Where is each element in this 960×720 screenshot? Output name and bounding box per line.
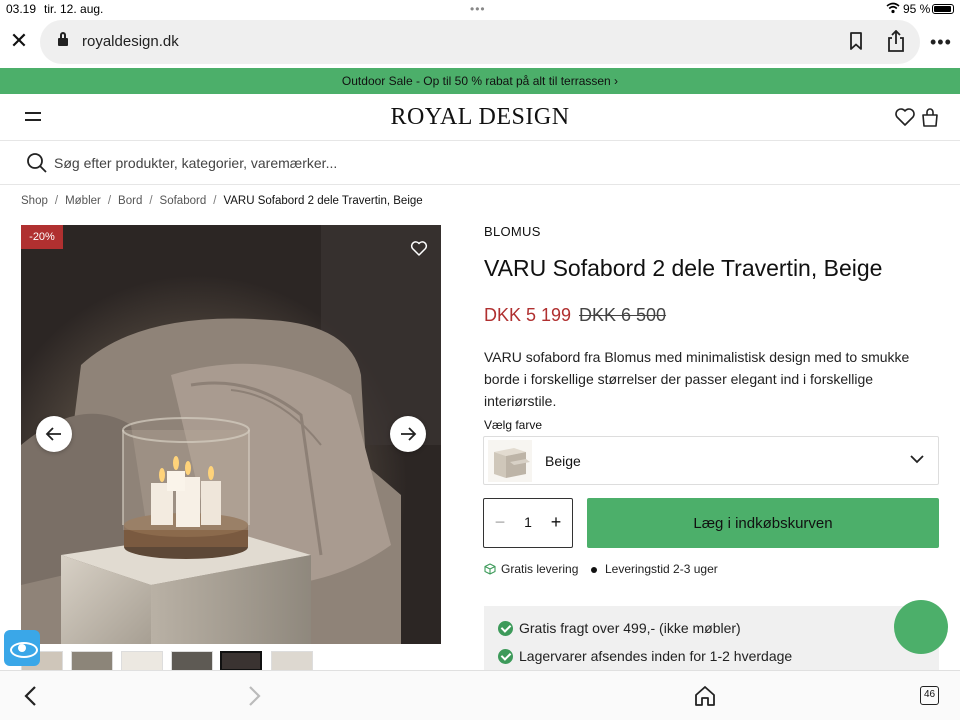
chat-button[interactable] [894,600,948,654]
thumbnail[interactable] [171,651,213,671]
thumbnail[interactable] [71,651,113,671]
check-circle-icon [498,621,513,636]
previous-image-button[interactable] [36,416,72,452]
add-to-cart-button[interactable]: Læg i indkøbskurven [587,498,939,548]
wifi-icon [886,2,900,14]
breadcrumb: Shop / Møbler / Bord / Sofabord / VARU Sofabord … [21,195,423,207]
wishlist-heart-icon[interactable] [410,239,428,257]
product-gallery: -20% [21,225,441,644]
status-date: tir. 12. aug. [44,2,104,16]
breadcrumb-coffee-tables[interactable]: Sofabord [160,195,207,207]
free-delivery-text: Gratis levering [501,562,579,576]
color-value: Beige [545,453,581,469]
close-icon[interactable]: ✕ [8,30,30,52]
chevron-down-icon [910,455,924,464]
discount-badge: -20% [21,225,63,249]
package-icon [484,563,496,575]
stock-status-dot [591,567,597,573]
breadcrumb-separator: / [54,195,59,207]
accessibility-eye-icon[interactable] [4,630,40,666]
color-label: Vælg farve [484,418,543,432]
arrow-right-icon [401,427,417,441]
lock-icon [58,32,68,48]
address-bar[interactable]: royaldesign.dk [40,20,920,64]
thumbnail[interactable] [271,651,313,671]
next-image-button[interactable] [390,416,426,452]
bookmark-icon[interactable] [849,32,863,50]
back-icon[interactable] [22,685,38,707]
battery-percent: 95 % [903,2,931,16]
breadcrumb-shop[interactable]: Shop [21,195,48,207]
site-header: ROYAL DESIGN [0,94,960,141]
cart-icon[interactable] [920,106,940,128]
status-time: 03.19 [6,2,37,16]
more-options-icon[interactable]: ••• [930,32,952,53]
lead-time-text: Leveringstid 2-3 uger [605,562,718,576]
browser-toolbar: 46 [0,670,960,720]
product-description: VARU sofabord fra Blomus med minimalisti… [484,349,910,409]
page-root: 03.19 tir. 12. aug. ••• 95 % ✕ royaldesi… [0,0,960,720]
product-price: DKK 5 199 [484,305,572,325]
search-input[interactable] [54,152,934,174]
breadcrumb-furniture[interactable]: Møbler [65,195,101,207]
quantity-value[interactable]: 1 [520,514,536,530]
usp-box: Gratis fragt over 499,- (ikke møbler) La… [484,606,939,670]
product-photo[interactable] [21,225,441,644]
heart-icon[interactable] [894,106,916,128]
product-old-price: DKK 6 500 [579,305,667,325]
site-logo[interactable]: ROYAL DESIGN [0,104,960,131]
home-icon[interactable] [694,685,716,707]
color-select[interactable]: Beige [483,436,939,485]
promo-banner[interactable]: Outdoor Sale - Op til 50 % rabat på alt … [0,68,960,94]
share-icon[interactable] [886,30,906,52]
usp-text: Gratis fragt over 499,- (ikke møbler) [519,620,741,636]
tabs-icon[interactable]: 46 [920,686,939,705]
breadcrumb-separator: / [107,195,112,207]
arrow-left-icon [45,427,61,441]
search-icon[interactable] [26,152,48,174]
battery-icon [932,4,954,14]
thumbnail-active[interactable] [220,651,262,671]
usp-text: Lagervarer afsendes inden for 1-2 hverda… [519,648,793,664]
product-title: VARU Sofabord 2 dele Travertin, Beige [484,255,883,281]
quantity-stepper: − 1 + [483,498,573,548]
multitask-dots[interactable]: ••• [470,2,486,16]
breadcrumb-current: VARU Sofabord 2 dele Travertin, Beige [223,195,423,207]
search-bar [0,141,960,185]
check-circle-icon [498,649,513,664]
browser-bar: ✕ royaldesign.dk ••• [0,18,960,68]
status-bar: 03.19 tir. 12. aug. ••• 95 % [0,0,960,18]
quantity-decrease-button[interactable]: − [492,512,508,532]
breadcrumb-separator: / [213,195,217,207]
breadcrumb-separator: / [149,195,153,207]
breadcrumb-tables[interactable]: Bord [118,195,142,207]
thumbnail[interactable] [121,651,163,671]
color-swatch [488,440,532,482]
url-text[interactable]: royaldesign.dk [82,33,179,50]
quantity-increase-button[interactable]: + [548,512,564,532]
product-brand[interactable]: BLOMUS [484,224,541,239]
forward-icon[interactable] [247,685,263,707]
